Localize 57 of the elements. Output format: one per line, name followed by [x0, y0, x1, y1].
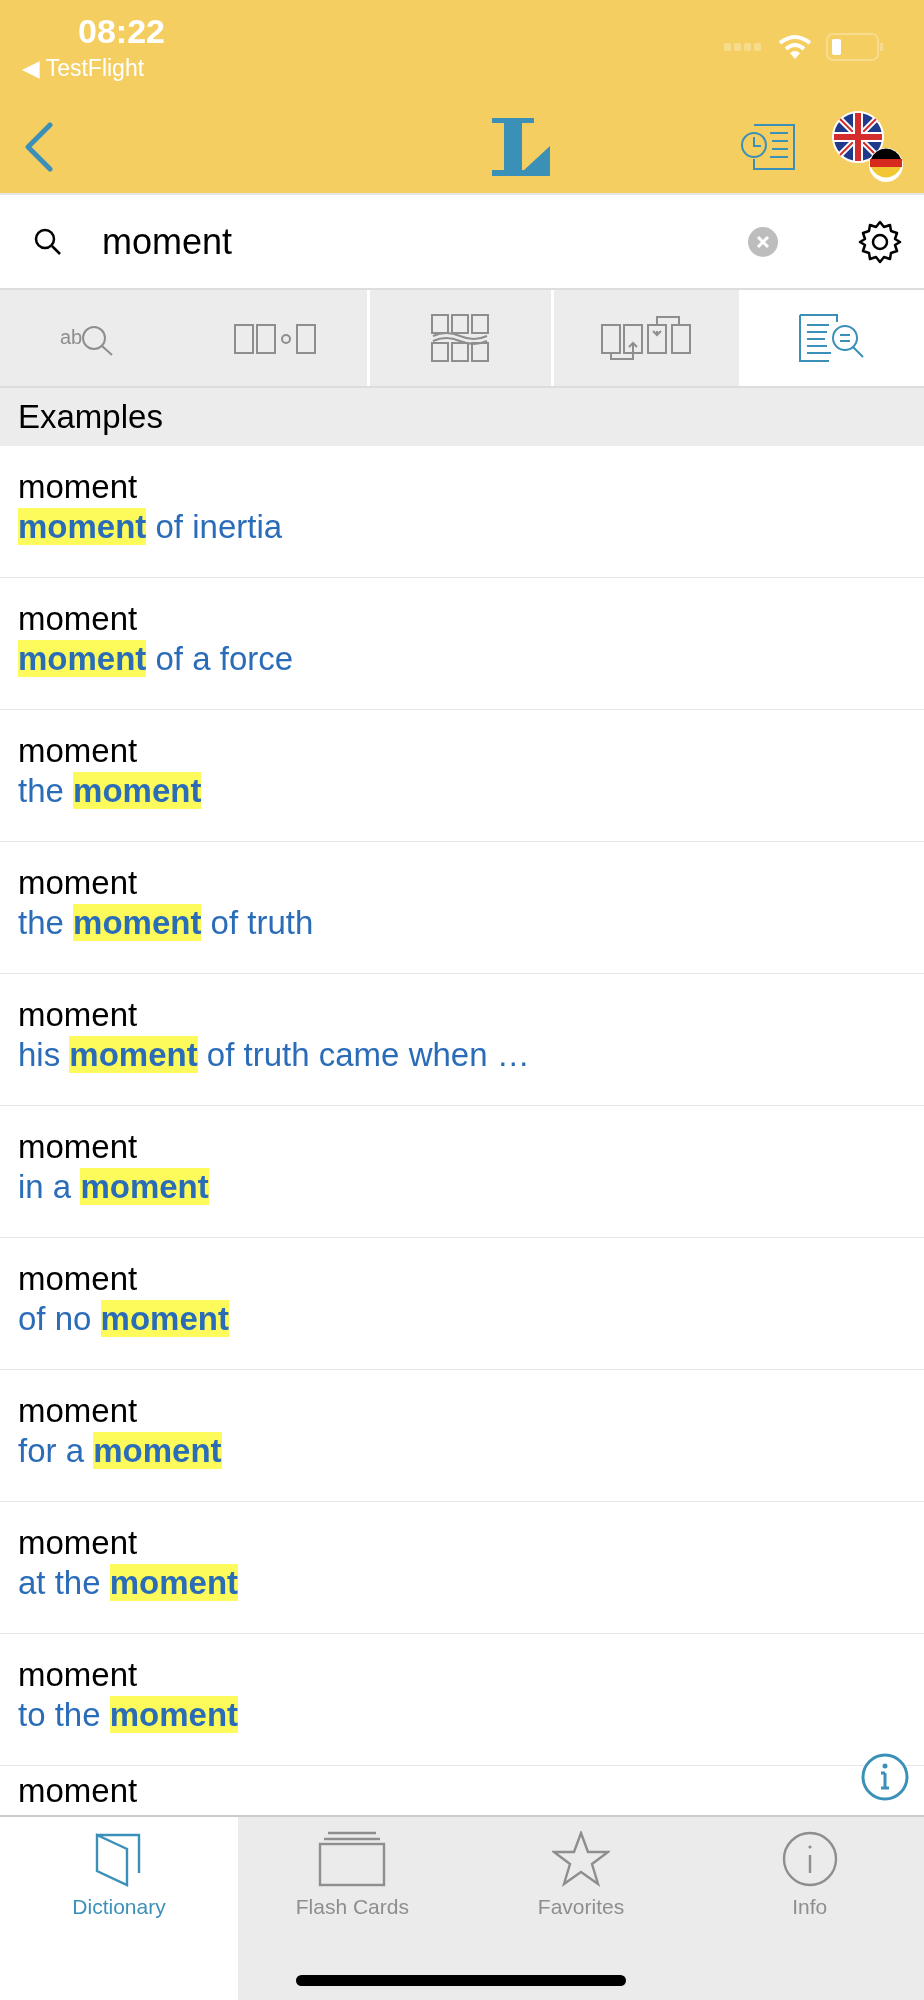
headword: moment [18, 1656, 138, 1694]
result-row[interactable]: moment moment of inertia [0, 446, 924, 578]
example-phrase: of no moment [18, 1300, 229, 1338]
section-title: Examples [18, 398, 163, 436]
headword: moment [18, 1260, 138, 1298]
example-phrase: in a moment [18, 1168, 209, 1206]
headword: moment [18, 600, 138, 638]
language-flags-icon[interactable] [832, 110, 904, 183]
settings-icon[interactable] [858, 219, 902, 264]
tab-label: Favorites [537, 1895, 625, 1919]
example-phrase: the moment [18, 772, 202, 810]
wifi-icon [778, 34, 812, 60]
search-field[interactable]: moment [100, 219, 710, 264]
example-phrase: for a moment [18, 1432, 222, 1470]
fuzzy-search-icon [431, 314, 490, 362]
headword: moment [18, 1772, 138, 1810]
search-mode-tab[interactable] [739, 290, 924, 386]
tab-bar-item[interactable]: Dictionary [0, 1817, 238, 2000]
back-icon[interactable] [24, 121, 54, 172]
result-row[interactable]: moment of no moment [0, 1238, 924, 1370]
status-time: 08:22 [78, 12, 165, 51]
result-row[interactable]: moment the moment of truth [0, 842, 924, 974]
result-row[interactable]: moment his moment of truth came when … [0, 974, 924, 1106]
battery-icon [826, 33, 884, 61]
logo-icon [492, 117, 552, 176]
text-search-icon [798, 314, 865, 362]
result-row[interactable]: moment at the moment [0, 1502, 924, 1634]
example-phrase: moment of a force [18, 640, 294, 678]
tab-label: Flash Cards [295, 1895, 409, 1919]
info-icon[interactable] [860, 1752, 910, 1802]
headword: moment [18, 996, 138, 1034]
result-row[interactable]: moment moment of a force [0, 578, 924, 710]
example-phrase: his moment of truth came when … [18, 1036, 530, 1074]
result-row[interactable]: moment in a moment [0, 1106, 924, 1238]
star-icon [552, 1831, 610, 1887]
example-phrase: the moment of truth [18, 904, 314, 942]
history-icon[interactable] [740, 122, 796, 171]
example-phrase: to the moment [18, 1696, 239, 1734]
headword: moment [18, 1128, 138, 1166]
result-row[interactable]: moment for a moment [0, 1370, 924, 1502]
signal-icon [724, 42, 764, 52]
info-icon [781, 1831, 838, 1887]
tab-label: Dictionary [72, 1895, 166, 1919]
headword: moment [18, 1524, 138, 1562]
compound-words-icon [600, 315, 693, 361]
result-row[interactable]: moment to the moment [0, 1634, 924, 1766]
example-phrase: moment of inertia [18, 508, 283, 546]
result-row[interactable]: moment the moment [0, 710, 924, 842]
clear-icon[interactable] [748, 226, 778, 257]
headword: moment [18, 1392, 138, 1430]
flash-cards-icon [318, 1831, 387, 1887]
headword: moment [18, 732, 138, 770]
example-phrase: at the moment [18, 1564, 239, 1602]
search-icon [34, 227, 62, 256]
headword: moment [18, 468, 138, 506]
tab-label: Info [792, 1895, 828, 1919]
headword: moment [18, 864, 138, 902]
